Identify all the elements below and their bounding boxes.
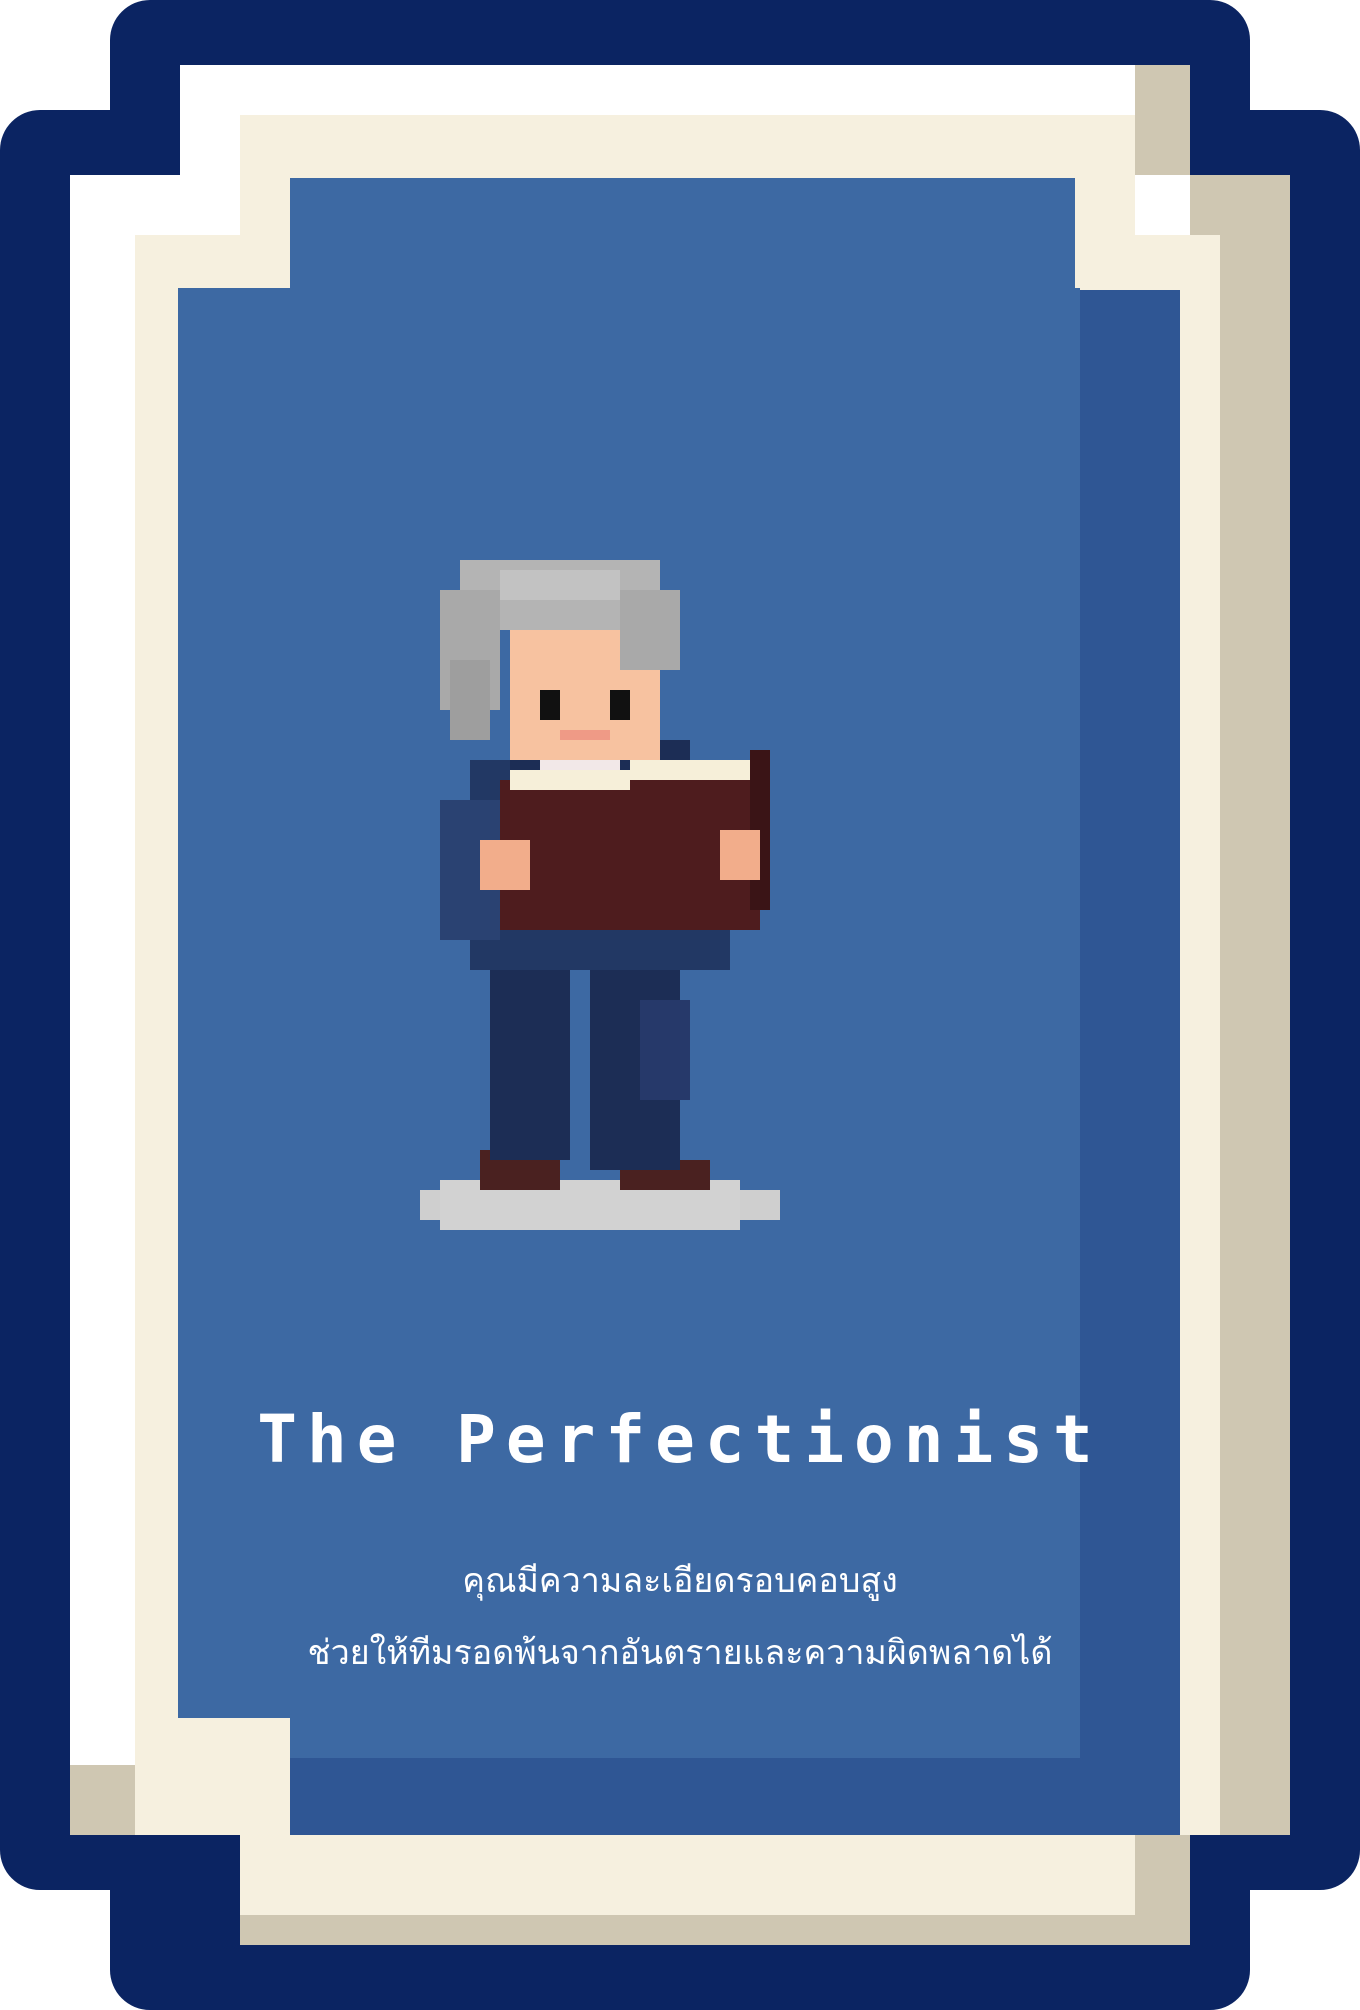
card-description: คุณมีความละเอียดรอบคอบสูง ช่วยให้ทีมรอดพ… (180, 1545, 1180, 1689)
panel-main-right (1010, 288, 1080, 1758)
scholar-reading-book-icon (420, 560, 780, 1230)
description-line-1: คุณมีความละเอียดรอบคอบสูง (462, 1561, 898, 1601)
card-title: The Perfectionist (257, 1401, 1103, 1478)
description-line-2: ช่วยให้ทีมรอดพ้นจากอันตรายและความผิดพลาด… (307, 1633, 1053, 1673)
character-card: The Perfectionist คุณมีความละเอียดรอบคอบ… (0, 0, 1360, 2010)
